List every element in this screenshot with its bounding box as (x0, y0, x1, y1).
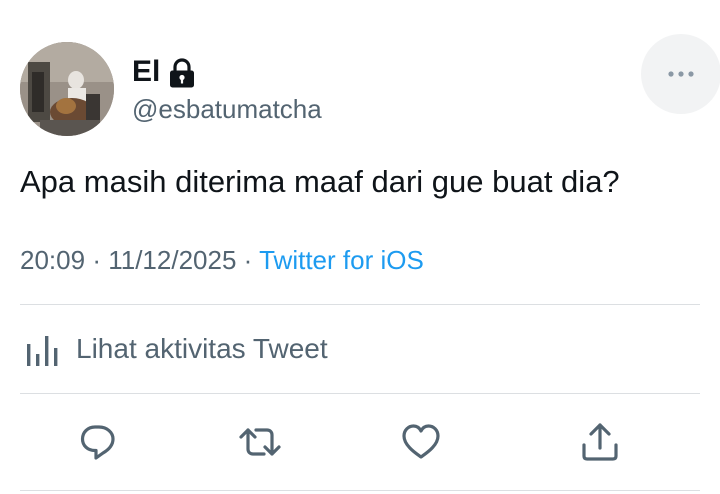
tweet-meta: 20:09 · 11/12/2025 · Twitter for iOS (20, 243, 424, 277)
tweet-detail: El @esbatumatcha Apa masih diterima maaf… (0, 0, 720, 494)
tweet-time[interactable]: 20:09 (20, 245, 85, 275)
heart-icon (402, 424, 440, 459)
reply-button[interactable] (76, 420, 120, 464)
display-name[interactable]: El (132, 54, 160, 90)
share-icon (582, 423, 618, 461)
avatar-photo (20, 42, 114, 136)
tweet-source-link[interactable]: Twitter for iOS (259, 245, 424, 275)
retweet-button[interactable] (238, 420, 282, 464)
meta-separator: · (243, 245, 253, 275)
retweet-icon (239, 428, 281, 456)
divider (20, 393, 700, 394)
divider (20, 304, 700, 305)
author-handle[interactable]: @esbatumatcha (132, 93, 322, 125)
meta-separator: · (92, 245, 101, 275)
tweet-text: Apa masih diterima maaf dari gue buat di… (20, 164, 620, 199)
lock-icon (170, 58, 195, 88)
author-name-row: El (132, 54, 196, 90)
comment-icon (80, 425, 115, 460)
more-dots-icon (668, 71, 694, 77)
tweet-date[interactable]: 11/12/2025 (108, 245, 236, 275)
bar-chart-icon (27, 336, 58, 366)
like-button[interactable] (399, 420, 443, 464)
avatar[interactable] (20, 42, 114, 136)
divider (20, 490, 700, 491)
more-options-button[interactable] (641, 34, 720, 114)
share-button[interactable] (578, 420, 622, 464)
activity-label: Lihat aktivitas Tweet (76, 333, 328, 364)
tweet-activity-link[interactable]: Lihat aktivitas Tweet (24, 332, 328, 366)
